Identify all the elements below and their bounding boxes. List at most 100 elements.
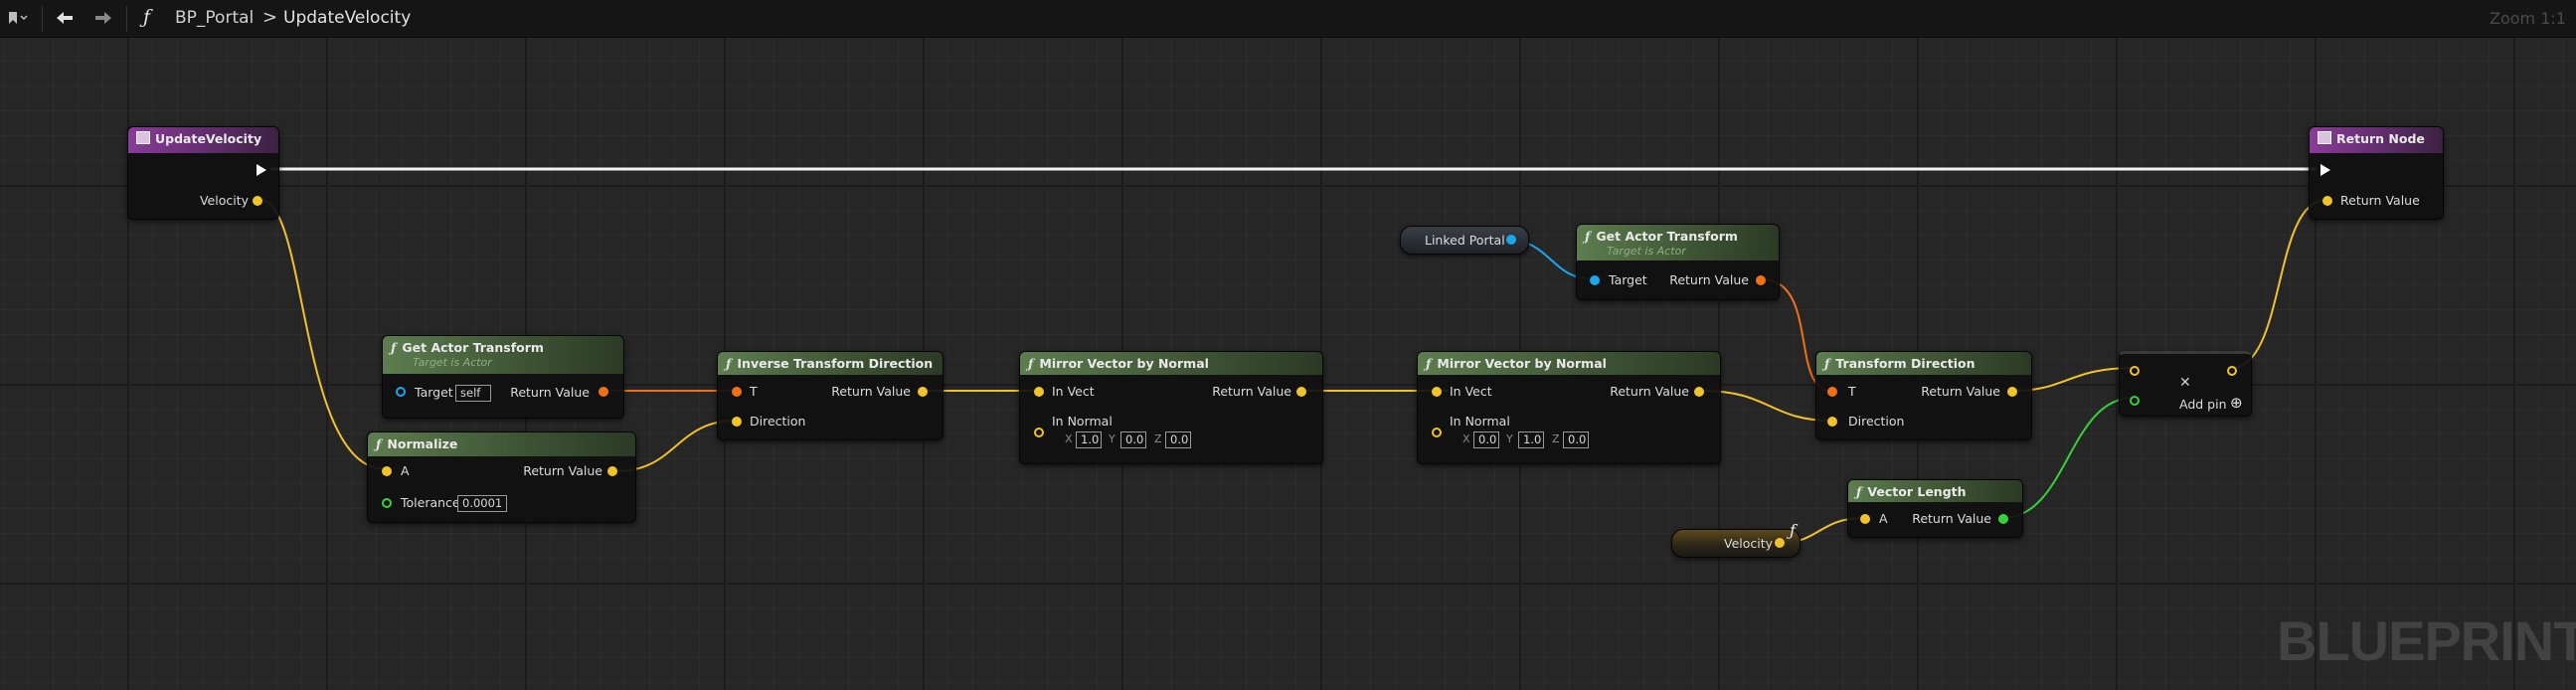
graph-toolbar: ƒ BP_Portal > UpdateVelocity Zoom 1:1 — [0, 0, 2576, 38]
get-actor-transform-node-2[interactable]: ƒ Get Actor Transform Target is Actor Tar… — [1576, 224, 1780, 300]
target-self-field[interactable]: self — [455, 385, 491, 402]
return-value-label: Return Value — [1212, 384, 1291, 399]
function-icon: ƒ — [726, 356, 732, 371]
inverse-t-pin[interactable] — [732, 387, 742, 397]
bookmark-icon[interactable] — [6, 9, 28, 27]
normalize-header: ƒ Normalize — [368, 432, 635, 456]
vector-length-a-pin[interactable] — [1860, 514, 1870, 524]
exec-out-pin[interactable] — [257, 164, 266, 176]
make-vector-node[interactable]: ✕ Add pin ⊕ — [2119, 351, 2252, 417]
velocity-var-label: Velocity — [1724, 536, 1774, 551]
return-value-pin[interactable] — [918, 387, 928, 397]
transform-direction-node[interactable]: ƒ Transform Direction T Return Value Dire… — [1815, 351, 2032, 440]
velocity-variable-node[interactable]: Velocity ƒ — [1671, 521, 1801, 558]
target-pin[interactable] — [396, 387, 406, 397]
function-entry-icon — [136, 131, 150, 144]
inverse-direction-pin[interactable] — [732, 417, 742, 427]
y-axis-label: Y — [1109, 432, 1116, 445]
inverse-transform-title: Inverse Transform Direction — [737, 356, 934, 371]
wire-make-return — [2230, 199, 2327, 369]
zoom-level: Zoom 1:1 — [2490, 9, 2566, 28]
function-icon: ƒ — [1028, 356, 1034, 371]
in-normal-x-field[interactable]: 1.0 — [1076, 431, 1102, 448]
back-arrow-icon[interactable] — [54, 8, 76, 32]
get-actor-transform-title: Get Actor Transform — [1596, 229, 1738, 244]
transform-t-pin[interactable] — [1827, 387, 1837, 397]
blueprint-watermark: BLUEPRINT — [2277, 609, 2576, 672]
get-actor-transform-title: Get Actor Transform — [402, 340, 544, 355]
get-actor-transform-node[interactable]: ƒ Get Actor Transform Target is Actor Tar… — [382, 335, 624, 419]
in-normal-y-field[interactable]: 1.0 — [1518, 431, 1544, 448]
vector-length-header: ƒ Vector Length — [1848, 480, 2022, 502]
make-input-pin-2[interactable] — [2130, 396, 2140, 406]
return-value-label: Return Value — [1669, 272, 1749, 287]
breadcrumb-function[interactable]: UpdateVelocity — [283, 8, 411, 28]
return-value-label: Return Value — [2340, 193, 2420, 208]
return-value-pin[interactable] — [599, 387, 608, 397]
velocity-var-pin[interactable] — [1775, 538, 1785, 548]
in-normal-z-field[interactable]: 0.0 — [1563, 431, 1589, 448]
return-node[interactable]: Return Node Return Value — [2309, 126, 2444, 220]
vector-length-node[interactable]: ƒ Vector Length A Return Value — [1847, 479, 2023, 538]
in-normal-pin[interactable] — [1432, 428, 1442, 437]
linked-portal-variable-node[interactable]: Linked Portal — [1400, 226, 1529, 255]
in-normal-label: In Normal — [1052, 414, 1113, 429]
return-value-pin[interactable] — [1756, 275, 1766, 285]
make-input-pin-1[interactable] — [2130, 366, 2140, 376]
linked-portal-label: Linked Portal — [1425, 233, 1505, 248]
return-value-pin[interactable] — [2007, 387, 2017, 397]
entry-velocity-pin[interactable] — [253, 196, 262, 206]
make-output-pin[interactable] — [2227, 366, 2237, 376]
breadcrumb-class[interactable]: BP_Portal — [175, 8, 254, 28]
forward-arrow-icon[interactable] — [92, 8, 114, 32]
normalize-node[interactable]: ƒ Normalize A Return Value Tolerance 0.00… — [367, 431, 636, 523]
function-icon: ƒ — [1585, 229, 1591, 244]
return-value-pin[interactable] — [1998, 514, 2008, 524]
inverse-t-label: T — [750, 384, 758, 399]
mirror-vector-title: Mirror Vector by Normal — [1437, 356, 1607, 371]
return-value-pin[interactable] — [1694, 387, 1704, 397]
get-actor-transform-header: ƒ Get Actor Transform Target is Actor — [1577, 225, 1779, 260]
in-vect-pin[interactable] — [1432, 387, 1442, 397]
z-axis-label: Z — [1154, 432, 1162, 445]
tolerance-pin[interactable] — [382, 498, 392, 508]
return-value-label: Return Value — [831, 384, 911, 399]
return-value-label: Return Value — [1610, 384, 1689, 399]
forward-arrow-glyph — [95, 12, 111, 24]
in-vect-pin[interactable] — [1034, 387, 1044, 397]
mirror-vector-node-1[interactable]: ƒ Mirror Vector by Normal In Vect Return … — [1019, 351, 1323, 464]
normalize-a-label: A — [401, 463, 410, 478]
transform-direction-title: Transform Direction — [1835, 356, 1975, 371]
in-normal-pin[interactable] — [1034, 428, 1044, 437]
tolerance-field[interactable]: 0.0001 — [457, 495, 507, 512]
close-icon[interactable]: ✕ — [2179, 375, 2191, 391]
inverse-transform-direction-node[interactable]: ƒ Inverse Transform Direction T Return Va… — [717, 351, 944, 440]
x-axis-label: X — [1462, 432, 1470, 445]
function-entry-node[interactable]: UpdateVelocity Velocity — [127, 126, 279, 220]
return-value-pin[interactable] — [2322, 196, 2332, 206]
transform-t-label: T — [1848, 384, 1856, 399]
transform-direction-pin[interactable] — [1827, 417, 1837, 427]
x-axis-label: X — [1065, 432, 1073, 445]
mirror-vector-node-2[interactable]: ƒ Mirror Vector by Normal In Vect Return … — [1417, 351, 1721, 464]
in-normal-z-field[interactable]: 0.0 — [1165, 431, 1191, 448]
linked-portal-pin[interactable] — [1506, 235, 1516, 245]
in-normal-x-field[interactable]: 0.0 — [1473, 431, 1499, 448]
in-normal-y-field[interactable]: 0.0 — [1120, 431, 1146, 448]
z-axis-label: Z — [1552, 432, 1560, 445]
return-value-pin[interactable] — [607, 466, 617, 476]
normalize-title: Normalize — [387, 436, 458, 451]
function-icon: ƒ — [1856, 484, 1862, 499]
in-normal-label: In Normal — [1450, 414, 1510, 429]
normalize-a-pin[interactable] — [382, 466, 392, 476]
return-value-pin[interactable] — [1296, 387, 1306, 397]
add-pin-label[interactable]: Add pin — [2179, 397, 2227, 412]
tolerance-label: Tolerance — [401, 495, 460, 510]
return-node-icon — [2318, 131, 2331, 144]
toolbar-divider — [42, 6, 43, 32]
exec-in-pin[interactable] — [2320, 164, 2330, 176]
transform-direction-label: Direction — [1848, 414, 1905, 429]
get-actor-transform-subtitle: Target is Actor — [413, 356, 492, 369]
add-pin-icon[interactable]: ⊕ — [2230, 394, 2243, 412]
target-pin[interactable] — [1590, 275, 1600, 285]
